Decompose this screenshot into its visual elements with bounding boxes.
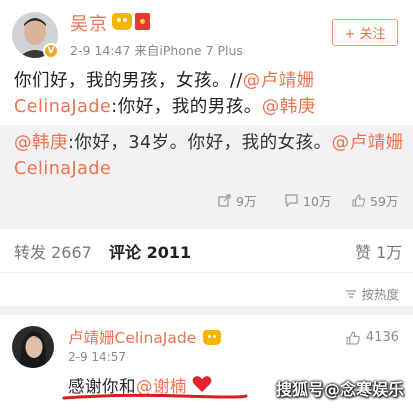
tab-reposts-count: 2667 (51, 243, 92, 262)
comment-like-button[interactable]: 4136 (346, 330, 399, 345)
mention-link[interactable]: @韩庚 (262, 97, 316, 117)
author-name[interactable]: 吴京 (70, 10, 108, 36)
weibo-post-page: V 吴京 2-9 14:47 来自iPhone 7 Plus + 关注 你们好，… (0, 0, 413, 410)
post-text: :你好，我的男孩。 (111, 97, 262, 117)
thumbs-up-icon (352, 193, 365, 207)
comment-icon (285, 193, 298, 207)
repost-block[interactable]: @韩庚:你好，34岁。你好，我的女孩。@卢靖姗CelinaJade 9万 10万… (0, 125, 413, 229)
watermark: 搜狐号@念寒娱乐 (276, 380, 405, 399)
repost-like-stat[interactable]: 59万 (352, 189, 398, 211)
share-icon (218, 193, 231, 207)
tab-likes-label: 赞 (355, 243, 372, 262)
comment-count: 10万 (303, 193, 332, 209)
divider (0, 272, 413, 273)
heart-icon (192, 376, 212, 392)
tab-reposts[interactable]: 转发 2667 (14, 241, 92, 265)
repost-text: :你好，34岁。你好，我的女孩。 (68, 133, 332, 153)
crown-vip-icon (112, 13, 132, 30)
repost-content: @韩庚:你好，34岁。你好，我的女孩。@卢靖姗CelinaJade (14, 130, 404, 182)
mention-link[interactable]: @韩庚 (14, 133, 68, 153)
like-count: 59万 (370, 193, 399, 209)
tab-reposts-label: 转发 (14, 243, 47, 262)
section-gap (0, 306, 413, 315)
post-meta: 2-9 14:47 来自iPhone 7 Plus (70, 40, 243, 59)
red-envelope-icon (135, 13, 150, 30)
post-text: 你们好，我的男孩，女孩。// (14, 71, 243, 91)
sort-by-hot-button[interactable]: 按热度 (345, 284, 399, 303)
post-source: 来自iPhone 7 Plus (134, 43, 243, 58)
post-content: 你们好，我的男孩，女孩。//@卢靖姗CelinaJade:你好，我的男孩。@韩庚 (14, 68, 404, 120)
tab-comments[interactable]: 评论 2011 (109, 241, 191, 265)
commenter-name[interactable]: 卢靖姗CelinaJade (68, 326, 196, 348)
tab-likes[interactable]: 赞 1万 (355, 241, 402, 265)
comment-time: 2-9 14:57 (68, 350, 126, 364)
repost-share-stat[interactable]: 9万 (218, 189, 256, 211)
commenter-avatar[interactable] (12, 326, 54, 368)
commenter-avatar-image (12, 326, 54, 368)
thumbs-up-icon (346, 330, 360, 345)
tab-comments-label: 评论 (109, 243, 142, 262)
verified-badge-icon: V (43, 43, 59, 59)
sort-icon (346, 289, 357, 298)
follow-button[interactable]: + 关注 (332, 19, 398, 46)
comment-like-count: 4136 (365, 330, 399, 345)
repost-comment-stat[interactable]: 10万 (285, 189, 331, 211)
sort-label: 按热度 (361, 287, 399, 302)
crown-vip-icon (203, 330, 221, 345)
tab-likes-count: 1万 (376, 243, 403, 262)
share-count: 9万 (236, 193, 257, 209)
tab-comments-count: 2011 (146, 243, 192, 262)
red-underline-annotation (62, 393, 248, 400)
post-date: 2-9 14:47 (70, 43, 131, 58)
